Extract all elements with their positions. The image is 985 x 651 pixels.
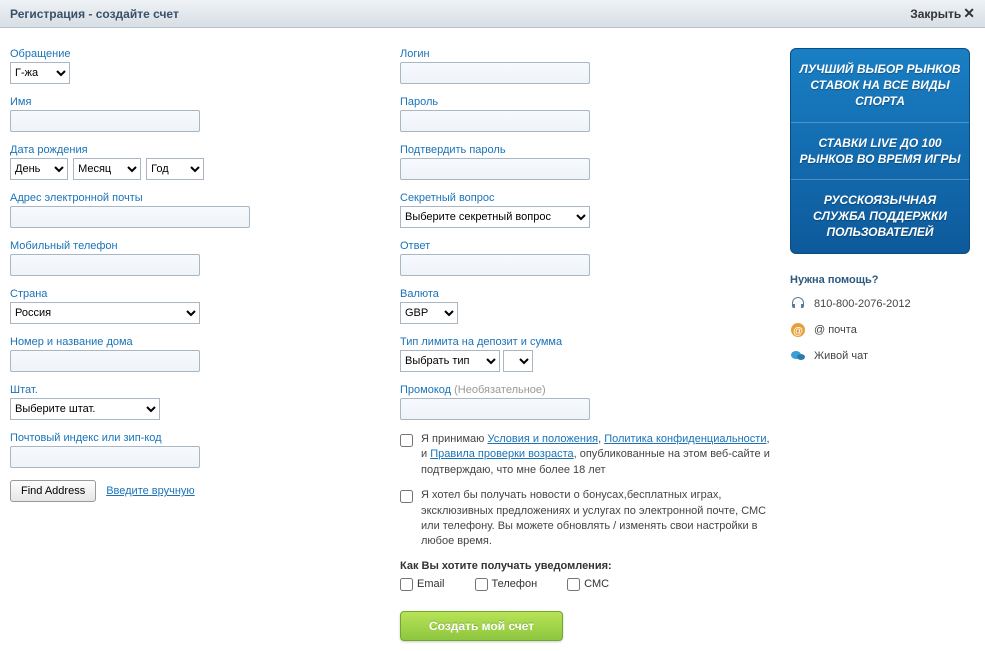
- manual-entry-link[interactable]: Введите вручную: [106, 485, 194, 497]
- terms-text: Я принимаю Условия и положения, Политика…: [421, 432, 770, 478]
- notif-sms-checkbox[interactable]: [567, 578, 580, 591]
- limit-label: Тип лимита на депозит и сумма: [400, 336, 770, 348]
- news-text: Я хотел бы получать новости о бонусах,бе…: [421, 488, 770, 550]
- notif-email-checkbox[interactable]: [400, 578, 413, 591]
- password-label: Пароль: [400, 96, 770, 108]
- terms-checkbox[interactable]: [400, 434, 413, 447]
- close-label: Закрыть: [910, 7, 961, 21]
- promo-item-3: РУССКОЯЗЫЧНАЯ СЛУЖБА ПОДДЕРЖКИ ПОЛЬЗОВАТ…: [791, 180, 969, 253]
- help-box: Нужна помощь? 810-800-2076-2012 @ @ почт…: [790, 274, 970, 364]
- email-label: Адрес электронной почты: [10, 192, 380, 204]
- state-select[interactable]: Выберите штат.: [10, 398, 160, 420]
- country-select[interactable]: Россия: [10, 302, 200, 324]
- secret-q-select[interactable]: Выберите секретный вопрос: [400, 206, 590, 228]
- notif-phone-checkbox[interactable]: [475, 578, 488, 591]
- mobile-label: Мобильный телефон: [10, 240, 380, 252]
- password-input[interactable]: [400, 110, 590, 132]
- promo-box: ЛУЧШИЙ ВЫБОР РЫНКОВ СТАВОК НА ВСЕ ВИДЫ С…: [790, 48, 970, 254]
- country-label: Страна: [10, 288, 380, 300]
- help-email-text: @ почта: [814, 324, 857, 336]
- name-label: Имя: [10, 96, 380, 108]
- house-label: Номер и название дома: [10, 336, 380, 348]
- name-input[interactable]: [10, 110, 200, 132]
- close-icon: ✕: [963, 5, 975, 22]
- notif-sms-option[interactable]: СМС: [567, 578, 609, 591]
- dob-year-select[interactable]: Год: [146, 158, 204, 180]
- chat-icon: [790, 348, 806, 364]
- login-input[interactable]: [400, 62, 590, 84]
- right-column: Логин Пароль Подтвердить пароль Секретны…: [400, 48, 790, 641]
- promo-label: Промокод (Необязательное): [400, 384, 770, 396]
- confirm-input[interactable]: [400, 158, 590, 180]
- age-verify-link[interactable]: Правила проверки возраста: [430, 448, 573, 460]
- login-label: Логин: [400, 48, 770, 60]
- promo-item-1: ЛУЧШИЙ ВЫБОР РЫНКОВ СТАВОК НА ВСЕ ВИДЫ С…: [791, 49, 969, 123]
- help-email-row[interactable]: @ @ почта: [790, 322, 970, 338]
- currency-label: Валюта: [400, 288, 770, 300]
- notif-options: Email Телефон СМС: [400, 578, 770, 591]
- help-phone-row[interactable]: 810-800-2076-2012: [790, 296, 970, 312]
- email-input[interactable]: [10, 206, 250, 228]
- currency-select[interactable]: GBP: [400, 302, 458, 324]
- salutation-label: Обращение: [10, 48, 380, 60]
- secret-q-label: Секретный вопрос: [400, 192, 770, 204]
- titlebar: Регистрация - создайте счет Закрыть ✕: [0, 0, 985, 28]
- state-label: Штат.: [10, 384, 380, 396]
- notif-email-option[interactable]: Email: [400, 578, 445, 591]
- help-chat-text: Живой чат: [814, 350, 868, 362]
- confirm-label: Подтвердить пароль: [400, 144, 770, 156]
- notif-header: Как Вы хотите получать уведомления:: [400, 560, 770, 572]
- svg-text:@: @: [793, 326, 803, 337]
- limit-amount-select[interactable]: [503, 350, 533, 372]
- house-input[interactable]: [10, 350, 200, 372]
- dob-day-select[interactable]: День: [10, 158, 68, 180]
- mobile-input[interactable]: [10, 254, 200, 276]
- postcode-input[interactable]: [10, 446, 200, 468]
- dob-month-select[interactable]: Месяц: [73, 158, 141, 180]
- news-checkbox[interactable]: [400, 490, 413, 503]
- promo-item-2: СТАВКИ LIVE ДО 100 РЫНКОВ ВО ВРЕМЯ ИГРЫ: [791, 123, 969, 180]
- notif-phone-option[interactable]: Телефон: [475, 578, 538, 591]
- content: Обращение Г-жа Имя Дата рождения День Ме…: [0, 28, 985, 651]
- limit-type-select[interactable]: Выбрать тип: [400, 350, 500, 372]
- headset-icon: [790, 296, 806, 312]
- find-address-button[interactable]: Find Address: [10, 480, 96, 502]
- answer-label: Ответ: [400, 240, 770, 252]
- help-chat-row[interactable]: Живой чат: [790, 348, 970, 364]
- left-column: Обращение Г-жа Имя Дата рождения День Ме…: [10, 48, 400, 641]
- help-phone-text: 810-800-2076-2012: [814, 298, 911, 310]
- window-title: Регистрация - создайте счет: [10, 7, 179, 21]
- postcode-label: Почтовый индекс или зип-код: [10, 432, 380, 444]
- salutation-select[interactable]: Г-жа: [10, 62, 70, 84]
- answer-input[interactable]: [400, 254, 590, 276]
- privacy-link[interactable]: Политика конфиденциальности: [604, 433, 766, 445]
- sidebar: ЛУЧШИЙ ВЫБОР РЫНКОВ СТАВОК НА ВСЕ ВИДЫ С…: [790, 48, 970, 641]
- submit-button[interactable]: Создать мой счет: [400, 611, 563, 641]
- close-button[interactable]: Закрыть ✕: [910, 5, 975, 22]
- mail-icon: @: [790, 322, 806, 338]
- help-title: Нужна помощь?: [790, 274, 970, 286]
- dob-label: Дата рождения: [10, 144, 380, 156]
- terms-link[interactable]: Условия и положения: [487, 433, 598, 445]
- promo-input[interactable]: [400, 398, 590, 420]
